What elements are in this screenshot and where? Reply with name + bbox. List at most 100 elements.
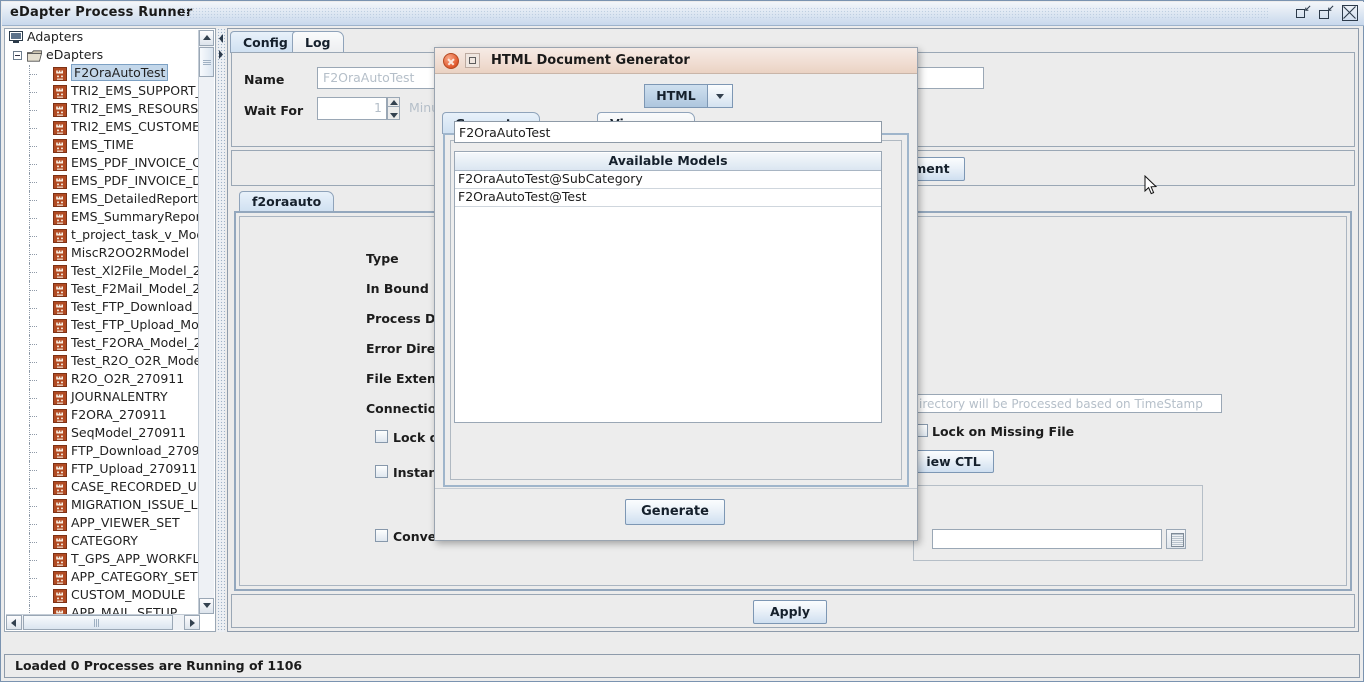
adapter-icon [53,444,67,459]
apply-button[interactable]: Apply [753,600,827,624]
tab-config[interactable]: Config [230,31,301,53]
tree-item-test-r2o-o2r-mode[interactable]: Test_R2O_O2R_Mode [5,353,201,371]
tree-group-edapters[interactable]: eDapters [5,47,201,65]
adapter-icon [53,354,67,369]
name-label: Name [244,72,285,87]
maximize-icon[interactable] [1319,5,1334,21]
output-path-input[interactable] [932,529,1162,549]
tree-item-label: CATEGORY [71,533,138,548]
tree-item-label: t_project_task_v_Mod [71,227,201,242]
tree-item-tri2-ems-support-t[interactable]: TRI2_EMS_SUPPORT_T [5,83,201,101]
tree-item-label: Test_FTP_Upload_Mo [71,317,199,332]
tree-item-tri2-ems-resourse[interactable]: TRI2_EMS_RESOURSE [5,101,201,119]
adapter-icon [53,174,67,189]
wait-for-stepper[interactable] [387,97,400,120]
tree-item-label: EMS_PDF_INVOICE_DE [71,173,201,188]
tree-item-case-recorded-ur[interactable]: CASE_RECORDED_UR [5,479,201,497]
close-icon[interactable] [1342,5,1358,21]
tree-expander-icon[interactable] [13,51,22,60]
chevron-down-icon[interactable] [708,84,733,108]
adapter-icon [53,390,67,405]
tree-item-t-gps-app-workflo[interactable]: T_GPS_APP_WORKFLO [5,551,201,569]
tree-item-label: MiscR2OO2RModel [71,245,190,260]
adapter-icon [53,570,67,585]
view-ctl-button[interactable]: iew CTL [913,450,994,473]
tree-item-test-ftp-download-[interactable]: Test_FTP_Download_ [5,299,201,317]
tree-item-ems-summaryreport[interactable]: EMS_SummaryReport [5,209,201,227]
list-item[interactable]: F2OraAutoTest@Test [455,189,881,207]
scroll-right-icon[interactable] [184,615,200,630]
tree-item-label: Test_F2ORA_Model_2 [71,335,201,350]
dialog-maximize-icon[interactable] [465,53,480,68]
folder-icon [27,49,42,62]
scroll-down-icon[interactable] [199,598,214,614]
generate-button[interactable]: Generate [625,499,725,525]
checkbox-lock-on[interactable] [375,430,388,443]
apply-bar: Apply [231,594,1355,628]
tree-item-category[interactable]: CATEGORY [5,533,201,551]
document-name-input[interactable]: F2OraAutoTest [454,121,882,143]
adapter-icon [53,228,67,243]
checkbox-convert[interactable] [375,529,388,542]
tree-item-miscr2oo2rmodel[interactable]: MiscR2OO2RModel [5,245,201,263]
tree-item-label: Test_R2O_O2R_Mode [71,353,201,368]
tree-item-label: EMS_DetailedReport [71,191,198,206]
adapter-icon [53,588,67,603]
tree-item-label: FTP_Upload_270911 [71,461,198,476]
browse-button[interactable] [1166,529,1186,549]
tree-item-label: R2O_O2R_270911 [71,371,185,386]
dialog-close-icon[interactable] [443,53,459,69]
tree-item-journalentry[interactable]: JOURNALENTRY [5,389,201,407]
tree-item-ems-time[interactable]: EMS_TIME [5,137,201,155]
tree-item-test-xl2file-model-2[interactable]: Test_Xl2File_Model_2 [5,263,201,281]
adapter-icon [53,498,67,513]
split-pane-divider[interactable] [217,28,225,632]
tree-item-f2oraautotest[interactable]: F2OraAutoTest [5,64,201,83]
adapter-icon [53,102,67,117]
collapse-left-icon [219,34,223,43]
tree-root-adapters[interactable]: Adapters [5,29,201,47]
timestamp-hint-field[interactable]: irectory will be Processed based on Time… [913,394,1222,413]
available-models-list[interactable]: Available Models F2OraAutoTest@SubCatego… [454,151,882,423]
restore-icon[interactable] [1296,5,1311,21]
tree-item-migration-issue-lin[interactable]: MIGRATION_ISSUE_LIN [5,497,201,515]
tree-item-seqmodel-270911[interactable]: SeqModel_270911 [5,425,201,443]
tree-item-ems-detailedreport[interactable]: EMS_DetailedReport [5,191,201,209]
tree-item-f2ora-270911[interactable]: F2ORA_270911 [5,407,201,425]
tree-vertical-scrollbar[interactable] [198,30,214,614]
tree-item-tri2-ems-customer[interactable]: TRI2_EMS_CUSTOMER [5,119,201,137]
tree-item-label: APP_VIEWER_SET [71,515,180,530]
format-select[interactable]: HTML [644,84,708,108]
title-bar-texture [180,7,1268,20]
tree-item-label: APP_CATEGORY_SETU [71,569,201,584]
tree-root-label: Adapters [27,29,84,44]
checkbox-instance[interactable] [375,465,388,478]
tree-item-label: Test_FTP_Download_ [71,299,199,314]
html-document-generator-dialog: HTML Document Generator HTML Generate Do… [434,47,918,541]
horizontal-scroll-thumb[interactable] [23,615,173,630]
adapter-icon [53,516,67,531]
tree-item-ems-pdf-invoice-qt[interactable]: EMS_PDF_INVOICE_QT [5,155,201,173]
tree-item-label: EMS_PDF_INVOICE_QT [71,155,201,170]
tree-item-app-viewer-set[interactable]: APP_VIEWER_SET [5,515,201,533]
tree-item-test-f2ora-model-2[interactable]: Test_F2ORA_Model_2 [5,335,201,353]
tree-item-t-project-task-v-mod[interactable]: t_project_task_v_Mod [5,227,201,245]
scroll-up-icon[interactable] [199,30,214,46]
tree-item-app-category-setu[interactable]: APP_CATEGORY_SETU [5,569,201,587]
vertical-scroll-thumb[interactable] [199,47,214,77]
tree-item-r2o-o2r-270911[interactable]: R2O_O2R_270911 [5,371,201,389]
tab-log[interactable]: Log [292,31,344,53]
adapter-icon [53,336,67,351]
scroll-left-icon[interactable] [6,615,22,630]
tree-item-test-f2mail-model-2[interactable]: Test_F2Mail_Model_2 [5,281,201,299]
tree-item-custom-module[interactable]: CUSTOM_MODULE [5,587,201,605]
tree-item-ftp-download-27091[interactable]: FTP_Download_27091 [5,443,201,461]
wait-for-input[interactable]: 1 [317,97,387,120]
tree-item-ems-pdf-invoice-de[interactable]: EMS_PDF_INVOICE_DE [5,173,201,191]
tree-item-test-ftp-upload-mo[interactable]: Test_FTP_Upload_Mo [5,317,201,335]
tree-item-ftp-upload-270911[interactable]: FTP_Upload_270911 [5,461,201,479]
adapter-icon [53,318,67,333]
list-item[interactable]: F2OraAutoTest@SubCategory [455,171,881,189]
sub-tab-f2oraauto[interactable]: f2oraauto [239,191,335,212]
tree-horizontal-scrollbar[interactable] [6,614,200,630]
